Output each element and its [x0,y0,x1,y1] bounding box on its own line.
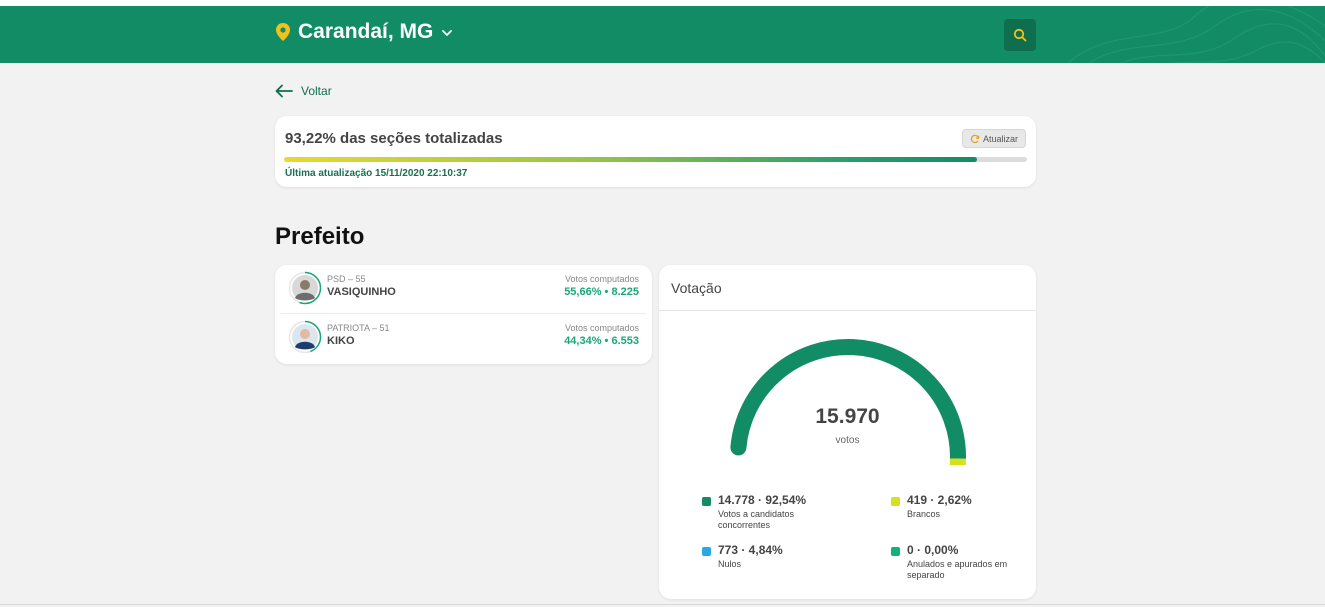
search-button[interactable] [1004,19,1036,51]
legend-swatch [891,497,900,506]
candidate-party: PATRIOTA – 51 [327,323,390,333]
legend-swatch [702,497,711,506]
total-votes: 15.970 [815,405,880,428]
avatar [288,320,322,354]
candidate-name: VASIQUINHO [327,286,396,298]
city-name: Carandaí, MG [298,20,434,43]
avatar [288,271,322,305]
progress-bar-fill [284,157,977,162]
legend-swatch [891,547,900,556]
header: Carandaí, MG [0,6,1325,63]
legend-label: Brancos [907,509,941,519]
votes-label: Votos computados [564,323,639,333]
legend-value: 0 · 0,00% [907,543,959,557]
candidate-party: PSD – 55 [327,274,366,284]
city-selector[interactable]: Carandaí, MG [276,20,453,44]
bottom-border [0,604,1325,605]
candidate-votes: 55,66% • 8.225 [564,286,639,298]
chevron-down-icon [442,30,453,36]
divider [659,310,1036,311]
arrow-left-icon [275,84,293,98]
back-label: Voltar [301,84,332,98]
candidates-card: PSD – 55 VASIQUINHO Votos computados 55,… [275,265,652,364]
refresh-icon [970,134,980,143]
refresh-label: Atualizar [982,133,1018,144]
refresh-button[interactable]: Atualizar [961,129,1026,148]
gauge-segment [949,458,966,465]
legend-value: 419 · 2,62% [907,493,972,507]
header-decoration [1067,6,1325,63]
back-link[interactable]: Voltar [275,84,332,98]
candidate-votes: 44,34% • 6.553 [564,335,639,347]
totalization-card: 93,22% das seções totalizadas Atualizar … [275,116,1036,187]
total-votes-unit: votos [835,435,860,446]
candidate-row[interactable]: PATRIOTA – 51 KIKO Votos computados 44,3… [281,314,646,363]
candidate-name: KIKO [327,335,355,347]
voting-card: Votação 15.970 votos 14.778 · 92,54% Vot… [659,265,1036,599]
votes-label: Votos computados [564,274,639,284]
voting-title: Votação [671,280,722,296]
legend-label: Nulos [718,559,742,569]
legend-label: Votos a candidatos concorrentes [718,509,795,530]
search-icon [1013,28,1027,42]
progress-bar [284,157,1027,162]
legend-value: 773 · 4,84% [718,543,783,557]
legend-label: Anulados e apurados em separado [907,559,1008,580]
legend-value: 14.778 · 92,54% [718,493,807,507]
last-update: Última atualização 15/11/2020 22:10:37 [285,168,468,179]
sections-totalized: 93,22% das seções totalizadas [285,130,503,147]
location-pin-icon [276,23,290,41]
candidate-row[interactable]: PSD – 55 VASIQUINHO Votos computados 55,… [281,265,646,314]
section-title: Prefeito [275,223,365,250]
legend-swatch [702,547,711,556]
